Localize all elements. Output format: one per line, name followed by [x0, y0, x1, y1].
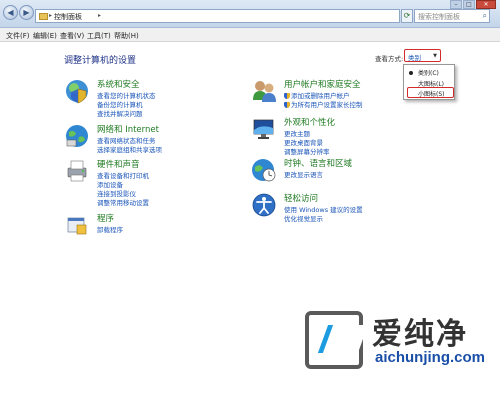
maximize-button[interactable]: □: [463, 0, 475, 9]
page-title: 调整计算机的设置: [64, 56, 137, 66]
chevron-down-icon: ▼: [433, 53, 437, 59]
view-option-category[interactable]: 类别(C): [418, 68, 439, 77]
breadcrumb[interactable]: 控制面板: [54, 12, 82, 22]
view-options-menu: 类别(C) 大图标(L) 小图标(S): [403, 64, 455, 100]
chevron-right-icon: ▸: [98, 12, 102, 19]
users-icon[interactable]: [251, 78, 277, 104]
category-title[interactable]: 硬件和声音: [97, 158, 140, 170]
category-link[interactable]: 查找并解决问题: [97, 108, 143, 118]
close-button[interactable]: ✕: [476, 0, 496, 9]
refresh-button[interactable]: ⟳: [401, 9, 413, 23]
programs-icon[interactable]: [64, 212, 90, 238]
search-icon[interactable]: ⌕: [483, 11, 487, 21]
view-option-small-icons[interactable]: 小图标(S): [418, 89, 445, 98]
category-title[interactable]: 时钟、语言和区域: [284, 157, 352, 169]
category-title[interactable]: 用户帐户和家庭安全: [284, 78, 361, 90]
network-globe-icon[interactable]: [64, 123, 90, 149]
category-link[interactable]: 调整屏幕分辨率: [284, 146, 330, 156]
view-by-value[interactable]: 类别: [408, 52, 421, 62]
watermark-url: aichunjing.com: [375, 349, 486, 366]
minimize-button[interactable]: –: [450, 0, 462, 9]
radio-selected-icon: [409, 71, 413, 75]
view-by-label: 查看方式:: [375, 55, 404, 63]
uac-shield-icon: [284, 102, 290, 108]
search-input[interactable]: 搜索控制面板 ⌕: [414, 9, 490, 23]
address-input[interactable]: ▸ 控制面板 ▸: [35, 9, 400, 23]
monitor-icon[interactable]: [251, 116, 277, 142]
watermark-brand: 爱纯净: [372, 317, 468, 352]
category-title[interactable]: 轻松访问: [284, 192, 318, 204]
window-controls: – □ ✕: [450, 0, 496, 9]
watermark: 爱纯净 aichunjing.com: [302, 305, 500, 400]
address-bar-area: ◀ ▶ ▸ 控制面板 ▸ ⟳ 搜索控制面板 ⌕ – □ ✕: [0, 0, 500, 28]
menu-bar: 文件(F) 编辑(E) 查看(V) 工具(T) 帮助(H): [0, 28, 500, 42]
category-title[interactable]: 外观和个性化: [284, 116, 335, 128]
forward-button[interactable]: ▶: [19, 5, 34, 20]
category-link[interactable]: 为所有用户设置家长控制: [284, 99, 363, 109]
category-link[interactable]: 更改显示语言: [284, 169, 323, 179]
category-link[interactable]: 卸载程序: [97, 224, 123, 234]
menu-view[interactable]: 查看(V): [60, 31, 84, 41]
chevron-right-icon: ▸: [49, 12, 53, 19]
printer-icon[interactable]: [64, 158, 90, 184]
menu-help[interactable]: 帮助(H): [114, 31, 139, 41]
category-link[interactable]: 优化视觉显示: [284, 213, 323, 223]
category-link[interactable]: 选择家庭组和共享选项: [97, 144, 162, 154]
category-link-text[interactable]: 为所有用户设置家长控制: [291, 101, 363, 109]
category-title[interactable]: 系统和安全: [97, 78, 140, 90]
view-by-dropdown[interactable]: 类别 ▼: [404, 49, 441, 62]
clock-globe-icon[interactable]: [251, 157, 277, 183]
menu-tools[interactable]: 工具(T): [87, 31, 111, 41]
menu-file[interactable]: 文件(F): [6, 31, 30, 41]
category-title[interactable]: 程序: [97, 212, 114, 224]
menu-edit[interactable]: 编辑(E): [33, 31, 57, 41]
back-button[interactable]: ◀: [3, 5, 18, 20]
shield-globe-icon[interactable]: [64, 78, 90, 104]
folder-icon: [39, 13, 48, 20]
search-placeholder: 搜索控制面板: [418, 13, 460, 21]
brand-logo-icon: [305, 311, 369, 369]
category-link[interactable]: 调整常用移动设置: [97, 197, 149, 207]
category-title[interactable]: 网络和 Internet: [97, 123, 159, 135]
ease-of-access-icon[interactable]: [251, 192, 277, 218]
